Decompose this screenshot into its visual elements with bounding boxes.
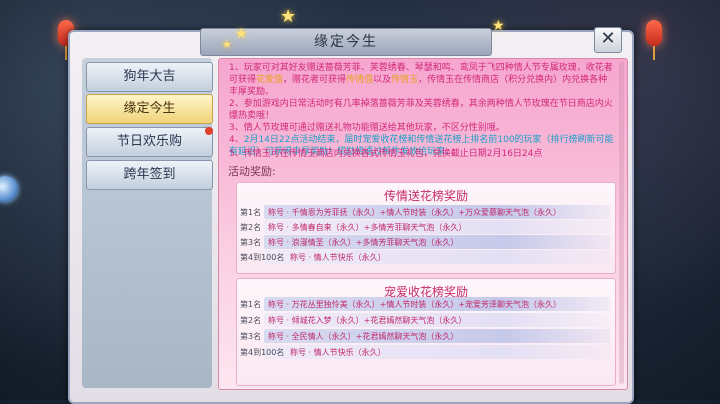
- rule-2: 2、参加游戏内日常活动时有几率掉落蔷薇芳菲及芙蓉绣春，其余两种情人节玫瑰在节日商…: [229, 99, 613, 121]
- rewards-label: 活动奖励:: [228, 165, 276, 178]
- star-icon: ★: [280, 6, 297, 27]
- sidebar-item-destined-love[interactable]: 缘定今生: [86, 94, 213, 124]
- sidebar-item-dog-year[interactable]: 狗年大吉: [86, 62, 213, 92]
- rule-1: 1、玩家可对其好友赠送蔷薇芳菲、芙蓉绣春、琴瑟和鸣、鸾凤于飞四种情人节专属玫瑰，…: [229, 63, 613, 97]
- star-icon: ★: [235, 26, 248, 42]
- send-board-title: 传情送花榜奖励: [383, 189, 468, 203]
- table-row: 第2名 称号 · 多情春自来（永久）+多情芳菲聊天气泡（永久）: [240, 223, 467, 232]
- lantern-icon: [646, 20, 662, 60]
- table-row: 第1名 称号 · 千情恩为芳菲抚（永久）+情人节时装（永久）+万众爱慕聊天气泡（永…: [240, 208, 562, 217]
- star-icon: ★: [222, 38, 232, 51]
- table-row: 第4到100名 称号 · 情人节快乐（永久）: [240, 253, 386, 262]
- rule-3: 3、情人节玫瑰可通过赠送礼物功能赠送给其他玩家，不区分性别哦。: [229, 123, 505, 133]
- table-row: 第1名 称号 · 万花丛里独怜美（永久）+情人节时装（永久）+宠爱芳泽聊天气泡（永…: [240, 300, 562, 309]
- table-row: 第2名 称号 · 倾城花入梦（永久）+花君嫣然聊天气泡（永久）: [240, 316, 467, 325]
- sidebar-item-newyear-checkin[interactable]: 跨年签到: [86, 160, 213, 190]
- sidebar-item-festival-shop[interactable]: 节日欢乐购: [86, 127, 213, 157]
- content-scrollbar[interactable]: [619, 62, 624, 384]
- close-button[interactable]: ✕: [594, 27, 622, 53]
- star-icon: ★: [492, 18, 505, 34]
- table-row: 第3名 称号 · 全民情人（永久）+花君嫣然聊天气泡（永久）: [240, 332, 459, 341]
- rule-5: 5、传情玉可在传情玉商店内兑换各式传情玉礼包，兑换截止日期2月16日24点: [229, 149, 543, 159]
- notification-dot-icon: [205, 127, 213, 135]
- table-row: 第4到100名 称号 · 情人节快乐（永久）: [240, 348, 386, 357]
- table-row: 第3名 称号 · 浪漫情圣（永久）+多情芳菲聊天气泡（永久）: [240, 238, 459, 247]
